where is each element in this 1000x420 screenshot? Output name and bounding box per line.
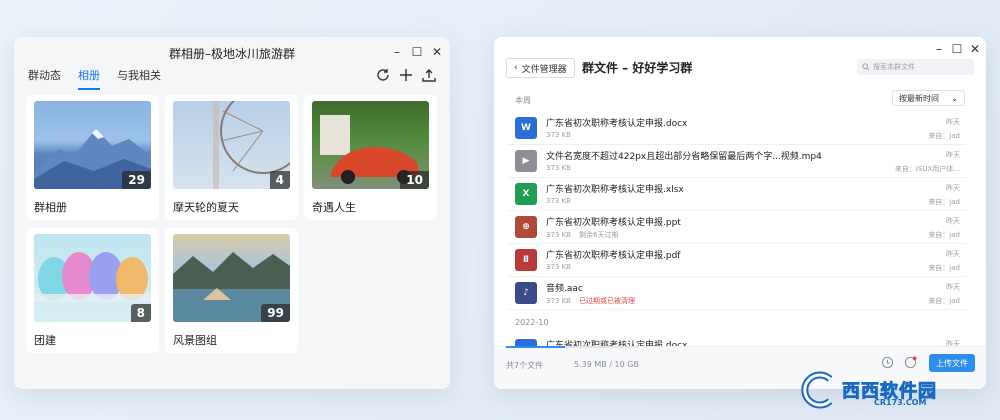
section-header: 本周 bbox=[515, 96, 531, 105]
file-size: 373 KB bbox=[546, 197, 571, 205]
watermark-logo: 西西软件园 CR173.COM bbox=[800, 371, 990, 409]
album-name: 群相册 bbox=[34, 201, 67, 214]
clock-icon[interactable] bbox=[881, 356, 894, 369]
minimize-button[interactable]: – bbox=[390, 45, 404, 59]
file-sender: 来自：jad bbox=[928, 264, 960, 272]
file-date: 昨天 bbox=[946, 151, 960, 159]
file-expiry-note: 剩余6天过期 bbox=[578, 231, 619, 239]
chevron-down-icon: ⌄ bbox=[951, 93, 958, 103]
album-card[interactable]: 8 团建 bbox=[26, 228, 159, 353]
file-expired-note: 已过期或已被清理 bbox=[578, 297, 635, 305]
storage-usage: 5.39 MB / 10 GB bbox=[574, 360, 639, 369]
photo-count: 4 bbox=[269, 171, 290, 189]
file-name: 音频.aac bbox=[546, 284, 583, 294]
excel-file-icon: X bbox=[515, 183, 537, 205]
file-name: 广东省初次职称考核认定申报.docx bbox=[546, 119, 688, 129]
download-pending-icon: ⊕ bbox=[515, 216, 537, 238]
watermark-c-icon bbox=[801, 371, 833, 409]
word-file-icon: W bbox=[515, 117, 537, 139]
file-date: 昨天 bbox=[946, 283, 960, 291]
add-icon[interactable] bbox=[398, 67, 414, 83]
chevron-left-icon: ‹ bbox=[514, 63, 518, 73]
file-name: 文件名宽度不超过422px且超出部分省略保留最后两个字...视频.mp4 bbox=[546, 152, 822, 162]
search-input[interactable]: 搜索本群文件 bbox=[857, 59, 974, 75]
photo-count: 10 bbox=[400, 171, 429, 189]
file-row[interactable]: X 广东省初次职称考核认定申报.xlsx 373 KB 昨天 来自：jad bbox=[508, 178, 966, 211]
file-date: 昨天 bbox=[946, 118, 960, 126]
file-row[interactable]: ▶ 文件名宽度不超过422px且超出部分省略保留最后两个字...视频.mp4 3… bbox=[508, 145, 966, 178]
file-size: 373 KB bbox=[546, 131, 571, 139]
album-name: 团建 bbox=[34, 334, 56, 347]
photo-count: 99 bbox=[261, 304, 290, 322]
file-row[interactable]: ⊕ 广东省初次职称考核认定申报.ppt 373 KB 剩余6天过期 昨天 来自：j… bbox=[508, 211, 966, 244]
tab-group-feed[interactable]: 群动态 bbox=[28, 67, 61, 90]
close-button[interactable]: ✕ bbox=[968, 42, 982, 56]
file-sender: 来自：jad bbox=[928, 198, 960, 206]
album-cover-ferris-wheel: 4 bbox=[173, 101, 290, 189]
album-name: 奇遇人生 bbox=[312, 201, 356, 214]
photo-count: 8 bbox=[130, 304, 151, 322]
album-cover-red-car: 10 bbox=[312, 101, 429, 189]
upload-file-button[interactable]: 上传文件 bbox=[929, 354, 975, 372]
file-size: 373 KB bbox=[546, 263, 571, 271]
pause-icon: Ⅱ bbox=[515, 249, 537, 271]
back-button-label: 文件管理器 bbox=[521, 64, 567, 75]
album-cover-colorful-eggs: 8 bbox=[34, 234, 151, 322]
audio-file-icon: ♪ bbox=[515, 282, 537, 304]
file-row[interactable]: ♪ 音频.aac 373 KB 已过期或已被清理 昨天 来自：jad bbox=[508, 277, 966, 310]
album-window-title: 群相册–极地冰川旅游群 bbox=[168, 47, 295, 61]
upload-icon[interactable] bbox=[421, 67, 437, 83]
tab-albums[interactable]: 相册 bbox=[78, 67, 100, 90]
file-size: 373 KB bbox=[546, 164, 571, 172]
storage-progress-bar bbox=[506, 346, 638, 348]
sort-label: 按最新时间 bbox=[899, 93, 939, 103]
album-card[interactable]: 4 摩天轮的夏天 bbox=[165, 95, 298, 220]
watermark-sub: CR173.COM bbox=[874, 398, 927, 407]
file-row[interactable]: Ⅱ 广东省初次职称考核认定申报.pdf 373 KB 昨天 来自：jad bbox=[508, 244, 966, 277]
file-name: 广东省初次职称考核认定申报.ppt bbox=[546, 218, 681, 228]
album-card[interactable]: 10 奇遇人生 bbox=[304, 95, 437, 220]
back-to-file-manager-button[interactable]: ‹ 文件管理器 bbox=[506, 58, 575, 78]
album-cover-mountain: 29 bbox=[34, 101, 151, 189]
minimize-button[interactable]: – bbox=[932, 42, 946, 56]
file-row[interactable]: W 广东省初次职称考核认定申报.docx 373 KB 昨天 来自：jad bbox=[508, 112, 966, 145]
album-cover-lake-landscape: 99 bbox=[173, 234, 290, 322]
file-name: 广东省初次职称考核认定申报.xlsx bbox=[546, 185, 684, 195]
sort-dropdown[interactable]: 按最新时间 ⌄ bbox=[892, 90, 965, 106]
refresh-icon[interactable] bbox=[375, 67, 391, 83]
file-sender: 来自：jad bbox=[928, 297, 960, 305]
file-count: 共7个文件 bbox=[506, 361, 544, 370]
album-window: 群相册–极地冰川旅游群 – ☐ ✕ 群动态 相册 与我相关 29 群相册 4 摩… bbox=[14, 37, 450, 389]
file-size: 373 KB 剩余6天过期 bbox=[546, 231, 619, 239]
album-name: 摩天轮的夏天 bbox=[173, 201, 239, 214]
file-sender: 来自：ISUX用户体... bbox=[894, 165, 960, 173]
album-card[interactable]: 99 风景图组 bbox=[165, 228, 298, 353]
files-window-title: 群文件 – 好好学习群 bbox=[582, 61, 693, 75]
maximize-button[interactable]: ☐ bbox=[950, 42, 964, 56]
video-file-icon: ▶ bbox=[515, 150, 537, 172]
search-icon bbox=[862, 63, 870, 71]
file-date: 昨天 bbox=[946, 217, 960, 225]
file-name: 广东省初次职称考核认定申报.pdf bbox=[546, 251, 681, 261]
tab-related-to-me[interactable]: 与我相关 bbox=[117, 67, 161, 90]
album-tabs: 群动态 相册 与我相关 bbox=[28, 67, 161, 90]
transfer-icon[interactable] bbox=[904, 356, 917, 369]
maximize-button[interactable]: ☐ bbox=[410, 45, 424, 59]
album-name: 风景图组 bbox=[173, 334, 217, 347]
file-date: 昨天 bbox=[946, 184, 960, 192]
group-files-window: – ☐ ✕ ‹ 文件管理器 群文件 – 好好学习群 搜索本群文件 本周 按最新时… bbox=[494, 37, 986, 389]
file-sender: 来自：jad bbox=[928, 132, 960, 140]
storage-progress-fill bbox=[506, 346, 566, 348]
close-button[interactable]: ✕ bbox=[430, 45, 444, 59]
file-sender: 来自：jad bbox=[928, 231, 960, 239]
file-size: 373 KB 已过期或已被清理 bbox=[546, 297, 635, 305]
section-header: 2022-10 bbox=[515, 318, 549, 327]
file-date: 昨天 bbox=[946, 250, 960, 258]
photo-count: 29 bbox=[122, 171, 151, 189]
album-card[interactable]: 29 群相册 bbox=[26, 95, 159, 220]
search-placeholder: 搜索本群文件 bbox=[873, 63, 915, 71]
